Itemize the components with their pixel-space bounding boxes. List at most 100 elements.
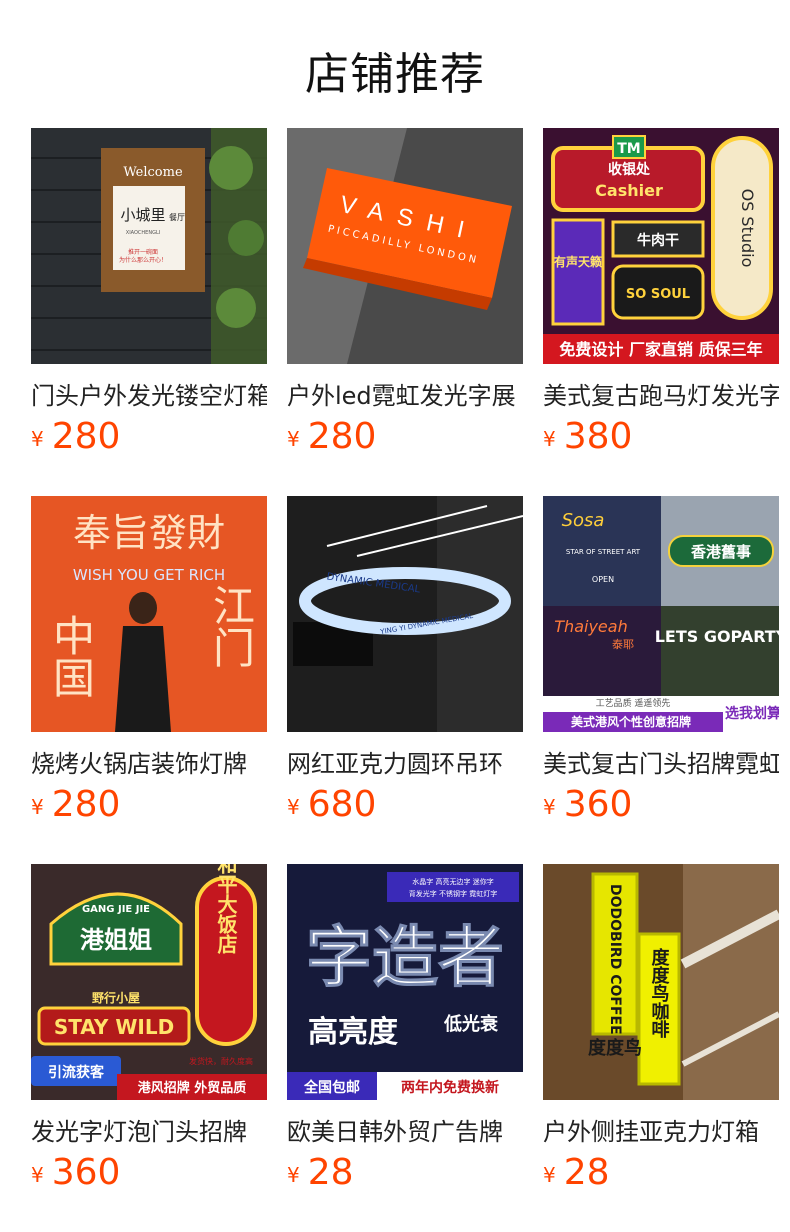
sign-text: 餐厅: [169, 213, 185, 222]
sign-text: LETS GOPARTY: [655, 627, 779, 646]
sign-text: 美式港风个性创意招牌: [571, 714, 691, 729]
sign-text: 收银处: [608, 161, 651, 178]
product-price: ¥280: [287, 416, 377, 457]
sign-text: 低光衰: [443, 1013, 499, 1035]
price-value: 28: [307, 1152, 354, 1193]
product-image[interactable]: 奉旨發財 WISH YOU GET RICH 中国 江门: [31, 496, 267, 732]
sign-text: 野行小屋: [92, 990, 140, 1005]
sign-text: 高亮度: [308, 1015, 398, 1050]
product-price: ¥360: [31, 1152, 120, 1193]
sign-text: 推开一碗面: [128, 248, 158, 256]
sign-text: 工艺品质 遥遥领先: [596, 697, 671, 709]
price-value: 280: [307, 416, 377, 457]
currency-symbol: ¥: [287, 427, 300, 451]
sign-text: GANG JIE JIE: [82, 904, 150, 915]
price-value: 280: [51, 416, 121, 457]
product-title[interactable]: 门头户外发光镂空灯箱: [31, 376, 267, 411]
product-card[interactable]: Welcome 小城里 餐厅 XIAOCHENGLI 推开一碗面 为什么那么开心…: [31, 128, 267, 458]
product-card[interactable]: 水晶字 高亮无边字 迷你字 背发光字 不锈钢字 霓虹灯字 字造者 高亮度 低光衰…: [287, 864, 523, 1194]
sign-text: Welcome: [123, 165, 183, 180]
product-card[interactable]: TM 收银处 Cashier OS Studio 有声天籁 牛肉干 SO SOU…: [543, 128, 779, 458]
sign-text: OS Studio: [738, 189, 757, 268]
product-card[interactable]: VASHI PICCADILLY LONDON 户外led霓虹发光字展 ¥280: [287, 128, 523, 458]
sign-text: 奉旨發財: [73, 511, 225, 555]
product-card[interactable]: DYNAMIC MEDICAL YING YI DYNAMIC MEDICAL …: [287, 496, 523, 826]
sign-text: 港风招牌 外贸品质: [138, 1080, 247, 1096]
sign-text: 水晶字 高亮无边字 迷你字: [412, 877, 493, 886]
sign-text: XIAOCHENGLI: [126, 230, 160, 236]
product-grid: Welcome 小城里 餐厅 XIAOCHENGLI 推开一碗面 为什么那么开心…: [0, 0, 790, 1232]
product-price: ¥680: [287, 784, 377, 825]
sign-text: 免费设计 厂家直销 质保三年: [559, 340, 762, 359]
product-price: ¥280: [31, 784, 121, 825]
sign-text: STAY WILD: [54, 1015, 174, 1039]
product-title[interactable]: 户外led霓虹发光字展: [287, 376, 523, 411]
sign-text: TM: [617, 141, 640, 157]
sign-text: 江门: [207, 584, 256, 668]
sign-text: DODOBIRD COFFEE: [607, 884, 623, 1035]
sign-text: Cashier: [595, 181, 663, 200]
currency-symbol: ¥: [543, 427, 556, 451]
sign-text: WISH YOU GET RICH: [73, 566, 225, 584]
sign-text: 选我划算: [725, 705, 779, 722]
sign-text: 度度鸟咖啡: [649, 947, 670, 1039]
product-price: ¥380: [543, 416, 633, 457]
product-title[interactable]: 欧美日韩外贸广告牌: [287, 1112, 523, 1147]
product-card[interactable]: 奉旨發財 WISH YOU GET RICH 中国 江门 烧烤火锅店装饰灯牌 ¥…: [31, 496, 267, 826]
sign-text: 泰耶: [612, 637, 634, 651]
product-image[interactable]: GANG JIE JIE 港姐姐 和平大饭店 野行小屋 STAY WILD 发货…: [31, 864, 267, 1100]
sign-text: 香港舊事: [691, 543, 751, 561]
sign-text: 全国包邮: [303, 1079, 360, 1096]
sign-text: Thaiyeah: [554, 617, 627, 636]
product-price: ¥28: [543, 1152, 610, 1193]
sign-text: 牛肉干: [637, 232, 679, 249]
sign-text: OPEN: [592, 575, 614, 584]
product-image[interactable]: Welcome 小城里 餐厅 XIAOCHENGLI 推开一碗面 为什么那么开心…: [31, 128, 267, 364]
currency-symbol: ¥: [31, 1163, 44, 1187]
currency-symbol: ¥: [31, 795, 44, 819]
product-image[interactable]: DODOBIRD COFFEE 度度鸟咖啡 度度鸟: [543, 864, 779, 1100]
sign-text: 港姐姐: [80, 926, 152, 954]
product-title[interactable]: 美式复古跑马灯发光字: [543, 376, 779, 411]
price-value: 28: [563, 1152, 610, 1193]
price-value: 380: [563, 416, 633, 457]
product-card[interactable]: GANG JIE JIE 港姐姐 和平大饭店 野行小屋 STAY WILD 发货…: [31, 864, 267, 1194]
sign-text: 发货快，耐久度高: [189, 1056, 253, 1066]
product-title[interactable]: 烧烤火锅店装饰灯牌: [31, 744, 267, 779]
price-value: 360: [563, 784, 633, 825]
product-title[interactable]: 美式复古门头招牌霓虹: [543, 744, 779, 779]
sign-text: SO SOUL: [626, 287, 690, 302]
sign-text: 字造者: [306, 919, 504, 996]
currency-symbol: ¥: [543, 1163, 556, 1187]
product-price: ¥28: [287, 1152, 354, 1193]
sign-text: 为什么那么开心！: [119, 256, 167, 264]
price-value: 680: [307, 784, 377, 825]
product-price: ¥280: [31, 416, 121, 457]
currency-symbol: ¥: [31, 427, 44, 451]
currency-symbol: ¥: [287, 795, 300, 819]
sign-text: Sosa: [562, 510, 605, 531]
sign-text: 引流获客: [48, 1064, 105, 1081]
product-image[interactable]: TM 收银处 Cashier OS Studio 有声天籁 牛肉干 SO SOU…: [543, 128, 779, 364]
product-image[interactable]: 水晶字 高亮无边字 迷你字 背发光字 不锈钢字 霓虹灯字 字造者 高亮度 低光衰…: [287, 864, 523, 1100]
sign-text: 有声天籁: [554, 254, 602, 269]
currency-symbol: ¥: [287, 1163, 300, 1187]
currency-symbol: ¥: [543, 795, 556, 819]
product-title[interactable]: 户外侧挂亚克力灯箱: [543, 1112, 779, 1147]
product-image[interactable]: Sosa STAR OF STREET ART OPEN 香港舊事 Thaiye…: [543, 496, 779, 732]
sign-text: 度度鸟: [588, 1037, 642, 1059]
product-image[interactable]: VASHI PICCADILLY LONDON: [287, 128, 523, 364]
sign-text: 背发光字 不锈钢字 霓虹灯字: [409, 889, 497, 898]
product-image[interactable]: DYNAMIC MEDICAL YING YI DYNAMIC MEDICAL: [287, 496, 523, 732]
product-title[interactable]: 发光字灯泡门头招牌: [31, 1112, 267, 1147]
sign-text: 两年内免费换新: [401, 1079, 499, 1096]
product-card[interactable]: Sosa STAR OF STREET ART OPEN 香港舊事 Thaiye…: [543, 496, 779, 826]
sign-text: STAR OF STREET ART: [566, 548, 641, 556]
sign-text: 中国: [47, 614, 96, 698]
product-price: ¥360: [543, 784, 633, 825]
sign-text: 和平大饭店: [214, 864, 238, 955]
product-title[interactable]: 网红亚克力圆环吊环: [287, 744, 523, 779]
product-card[interactable]: DODOBIRD COFFEE 度度鸟咖啡 度度鸟 户外侧挂亚克力灯箱 ¥28: [543, 864, 779, 1194]
price-value: 280: [51, 784, 121, 825]
sign-text: 小城里: [120, 206, 165, 224]
